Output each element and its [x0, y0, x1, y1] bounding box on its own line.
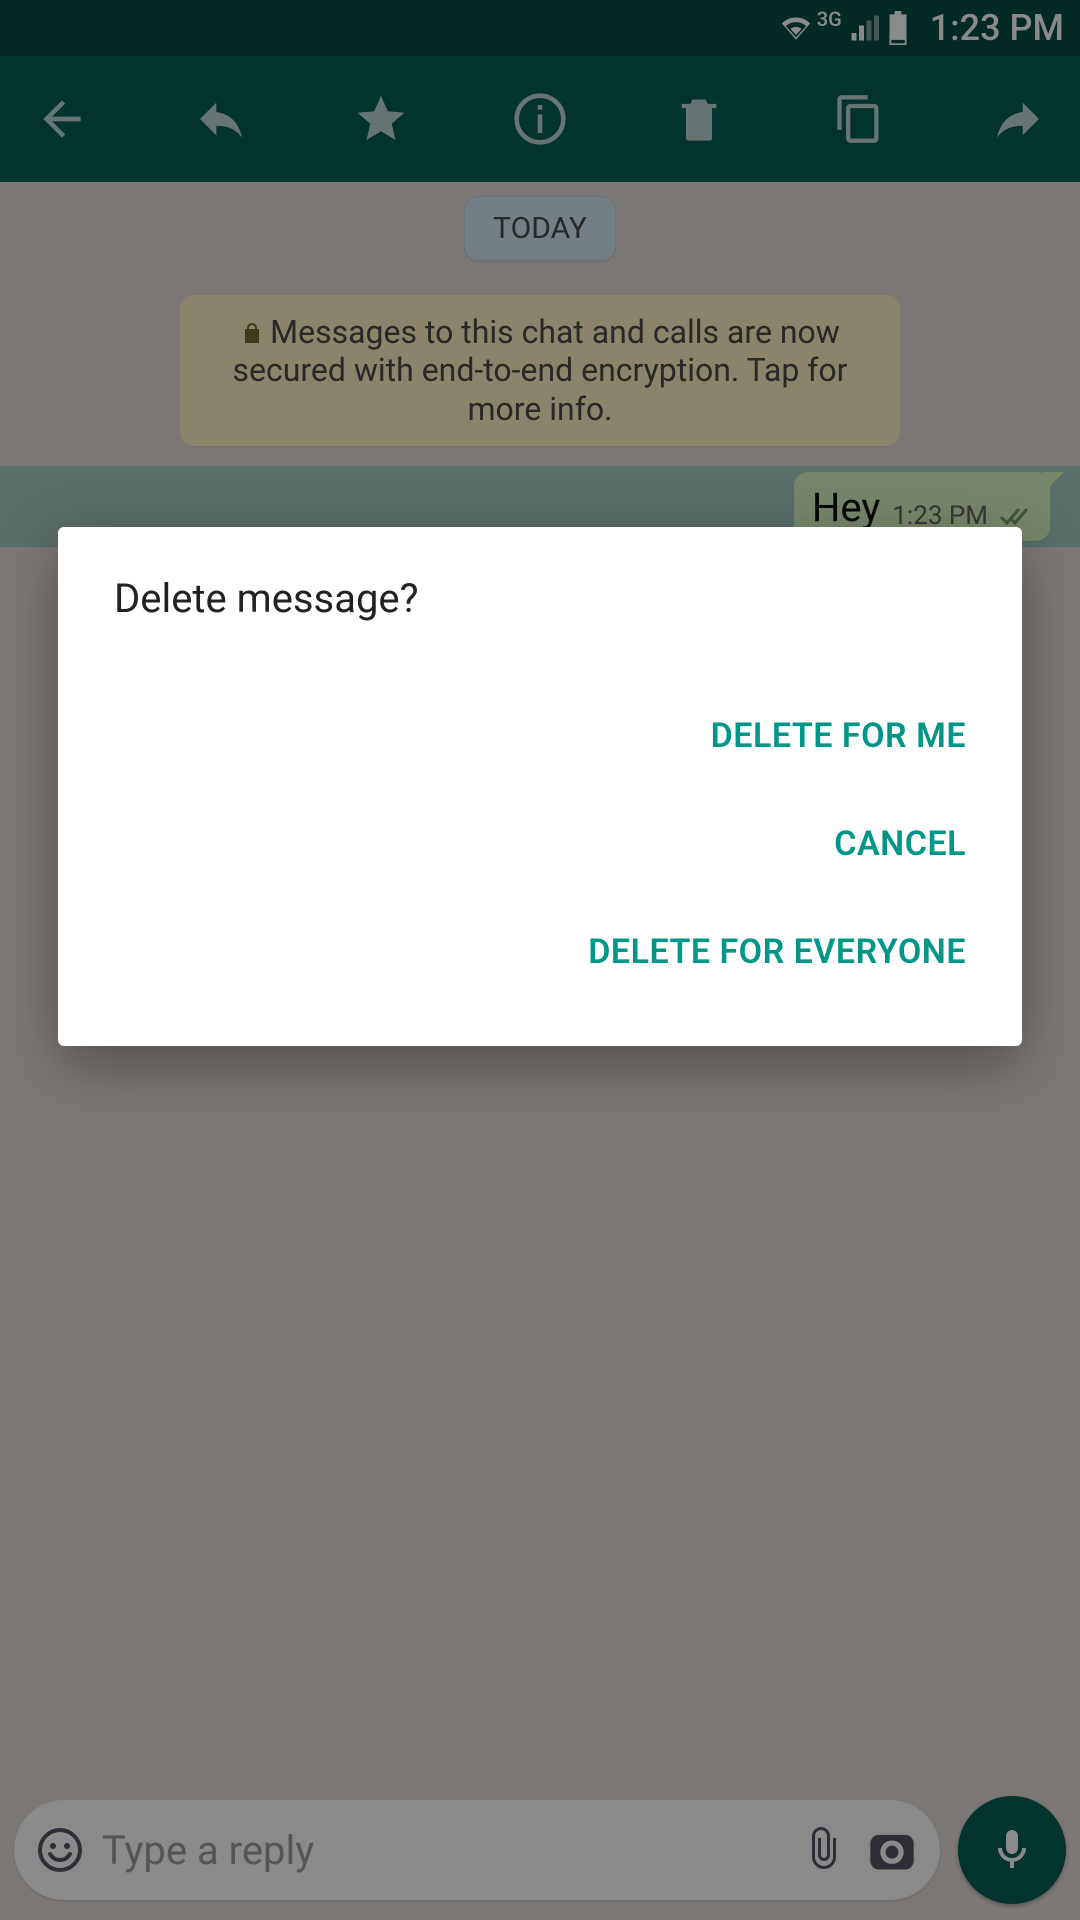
delete-for-everyone-button[interactable]: DELETE FOR EVERYONE [114, 898, 966, 1006]
delete-message-dialog: Delete message? DELETE FOR ME CANCEL DEL… [58, 527, 1022, 1046]
delete-for-me-button[interactable]: DELETE FOR ME [114, 682, 966, 790]
dialog-title: Delete message? [114, 575, 966, 622]
cancel-button[interactable]: CANCEL [114, 790, 966, 898]
